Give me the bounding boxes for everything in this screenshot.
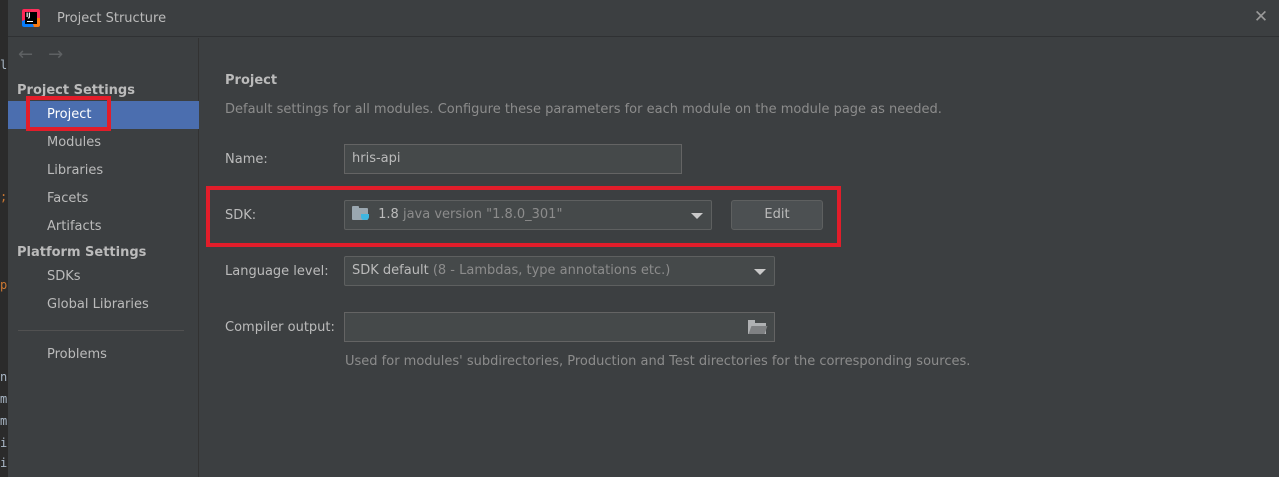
intellij-idea-icon: IJ: [22, 9, 40, 27]
editor-char: p: [0, 278, 8, 292]
editor-char: i: [0, 456, 8, 470]
sidebar-item-artifacts[interactable]: Artifacts: [8, 213, 199, 241]
sdk-label: SDK:: [225, 208, 257, 223]
sdk-dropdown[interactable]: 1.8 java version "1.8.0_301": [344, 200, 712, 230]
editor-char: m: [0, 392, 8, 406]
window-title: Project Structure: [57, 11, 167, 26]
platform-settings-heading: Platform Settings: [17, 245, 147, 260]
page-description: Default settings for all modules. Config…: [225, 102, 942, 117]
editor-char: m: [0, 414, 8, 428]
sidebar-item-sdks[interactable]: SDKs: [8, 263, 199, 291]
editor-background-strip: l ; p n m m i i: [0, 0, 8, 477]
language-level-label: Language level:: [225, 264, 329, 279]
history-navigation: ← →: [18, 44, 74, 66]
title-bar: IJ Project Structure ✕: [8, 0, 1279, 37]
project-settings-panel: Project Default settings for all modules…: [200, 38, 1279, 477]
language-level-detail: (8 - Lambdas, type annotations etc.): [432, 263, 671, 278]
close-icon[interactable]: ✕: [1253, 9, 1269, 26]
sidebar-divider: [18, 330, 184, 331]
sidebar-item-project[interactable]: Project: [8, 101, 199, 129]
browse-folder-icon[interactable]: [748, 320, 768, 334]
sidebar-item-libraries[interactable]: Libraries: [8, 157, 199, 185]
sidebar-item-global-libraries[interactable]: Global Libraries: [8, 291, 199, 319]
edit-sdk-button[interactable]: Edit: [731, 200, 823, 230]
project-structure-dialog: IJ Project Structure ✕ ← → Project Setti…: [8, 0, 1279, 477]
editor-char: i: [0, 436, 8, 450]
compiler-output-label: Compiler output:: [225, 320, 335, 335]
name-label: Name:: [225, 152, 268, 167]
language-level-value: SDK default: [352, 263, 429, 278]
sidebar-item-facets[interactable]: Facets: [8, 185, 199, 213]
jdk-folder-icon: [352, 206, 370, 220]
compiler-output-field[interactable]: [344, 312, 775, 342]
language-level-dropdown[interactable]: SDK default (8 - Lambdas, type annotatio…: [344, 256, 775, 286]
page-title: Project: [225, 73, 278, 88]
sdk-detail: java version "1.8.0_301": [402, 207, 563, 222]
chevron-down-icon: [754, 269, 766, 275]
back-arrow-icon[interactable]: ←: [18, 44, 44, 66]
editor-char: n: [0, 370, 8, 384]
chevron-down-icon: [691, 213, 703, 219]
editor-char: l: [0, 58, 8, 72]
editor-char: ;: [0, 190, 8, 204]
sdk-version: 1.8: [378, 207, 399, 222]
settings-sidebar: ← → Project Settings Project Modules Lib…: [8, 38, 199, 477]
project-settings-heading: Project Settings: [17, 83, 135, 98]
sidebar-item-problems[interactable]: Problems: [8, 341, 199, 369]
project-name-field[interactable]: hris-api: [344, 144, 682, 174]
forward-arrow-icon[interactable]: →: [48, 44, 74, 66]
sidebar-item-modules[interactable]: Modules: [8, 129, 199, 157]
compiler-output-hint: Used for modules' subdirectories, Produc…: [345, 354, 971, 369]
